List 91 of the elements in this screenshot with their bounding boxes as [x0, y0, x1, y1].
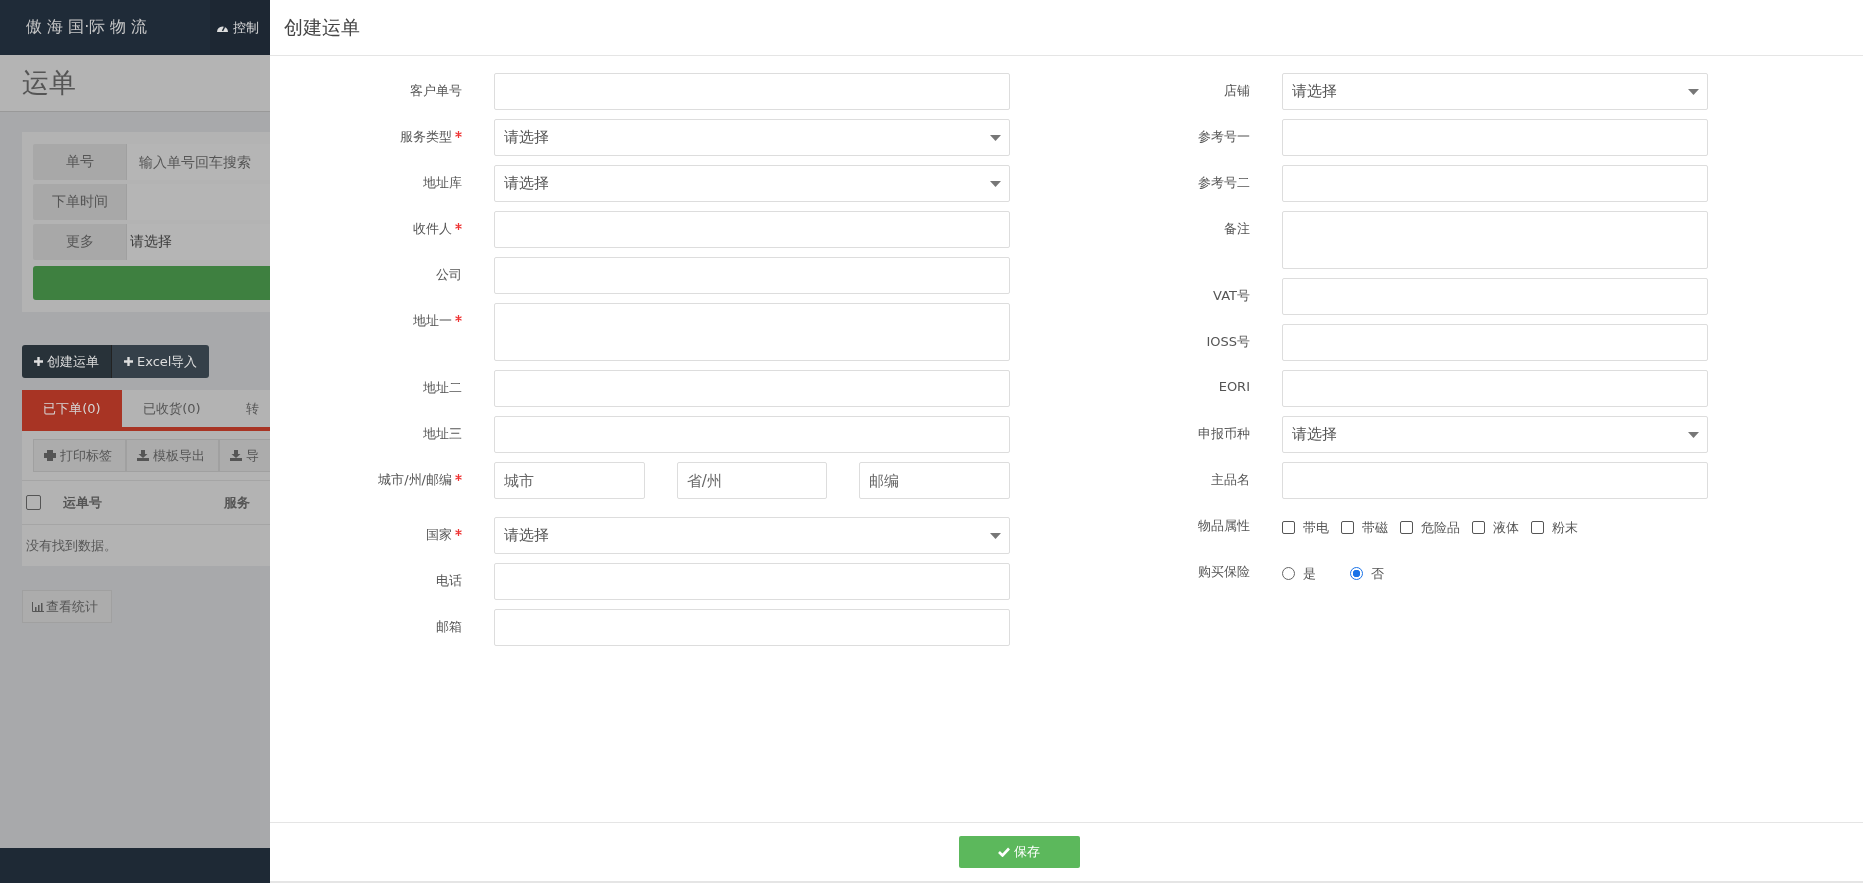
textarea-field[interactable] — [494, 303, 1010, 361]
select-dropdown[interactable]: 请选择 — [494, 165, 1010, 202]
radio-label: 是 — [1303, 564, 1316, 583]
stats-button[interactable]: 查看统计 — [22, 590, 112, 623]
field-label: 公司 — [436, 266, 462, 284]
field-label: 服务类型 — [400, 128, 452, 146]
tab[interactable]: 已收货(0) — [122, 390, 222, 427]
select-dropdown[interactable]: 请选择 — [1282, 416, 1708, 453]
nav-item[interactable]: 控制 — [210, 0, 270, 55]
column-header: 服务 — [224, 493, 250, 512]
text-input-field[interactable] — [1282, 165, 1708, 202]
caret-icon — [990, 134, 1001, 141]
checkbox-label: 粉末 — [1552, 518, 1578, 537]
field-label: IOSS号 — [1206, 333, 1250, 351]
field-label: 电话 — [436, 572, 462, 590]
text-input-field[interactable] — [494, 370, 1010, 407]
filter-label: 单号 — [33, 144, 126, 180]
text-input-field[interactable] — [494, 257, 1010, 294]
checkbox[interactable] — [1282, 521, 1295, 534]
action-button[interactable]: 创建运单 — [22, 345, 112, 378]
text-input-field[interactable] — [1282, 462, 1708, 499]
text-input-field[interactable] — [494, 563, 1010, 600]
filter-label: 下单时间 — [33, 184, 126, 220]
field-label: 城市/州/邮编 — [378, 471, 452, 489]
text-input-field[interactable] — [494, 211, 1010, 248]
caret-icon — [1688, 88, 1699, 95]
toolbar-button[interactable]: 模板导出 — [126, 439, 219, 472]
field-label: 地址库 — [423, 174, 462, 192]
caret-icon — [1688, 431, 1699, 438]
plus-icon — [34, 357, 43, 366]
empty-message: 没有找到数据。 — [25, 536, 118, 555]
text-input-field[interactable] — [1282, 119, 1708, 156]
caret-icon — [990, 180, 1001, 187]
download-icon — [137, 450, 149, 461]
field-label: 地址一 — [413, 312, 452, 330]
bar-chart-icon — [32, 601, 44, 612]
action-button[interactable]: Excel导入 — [112, 345, 210, 378]
textarea-field[interactable] — [1282, 211, 1708, 269]
download-icon — [230, 450, 242, 461]
select-dropdown[interactable]: 请选择 — [494, 517, 1010, 554]
filter-label: 更多 — [33, 224, 126, 260]
text-input-field[interactable] — [1282, 370, 1708, 407]
field-label: 购买保险 — [1198, 563, 1250, 581]
text-input-field[interactable] — [494, 73, 1010, 110]
checkbox[interactable] — [1531, 521, 1544, 534]
field-label: 参考号一 — [1198, 128, 1250, 146]
plus-icon — [124, 357, 133, 366]
checkmark-icon — [998, 847, 1010, 857]
column-header: 运单号 — [63, 493, 103, 512]
checkbox-label: 液体 — [1493, 518, 1519, 537]
modal-title: 创建运单 — [284, 14, 360, 40]
search-button[interactable] — [33, 266, 270, 300]
checkbox[interactable] — [1400, 521, 1413, 534]
field-label: 参考号二 — [1198, 174, 1250, 192]
field-label: 客户单号 — [410, 82, 462, 100]
field-label: 主品名 — [1211, 471, 1250, 489]
checkbox-label: 危险品 — [1421, 518, 1460, 537]
brand-name: 傲 海 国·际 物 流 — [25, 17, 149, 38]
field-label: 申报币种 — [1198, 425, 1250, 443]
text-input-field[interactable] — [1282, 278, 1708, 315]
select-dropdown[interactable]: 请选择 — [1282, 73, 1708, 110]
text-input-field[interactable]: 城市 — [494, 462, 645, 499]
tab[interactable]: 转 — [222, 390, 270, 427]
field-label: VAT号 — [1213, 287, 1250, 305]
field-label: 店铺 — [1224, 82, 1250, 100]
field-label: 备注 — [1224, 220, 1250, 238]
checkbox-label: 带磁 — [1362, 518, 1388, 537]
field-label: 物品属性 — [1198, 517, 1250, 535]
caret-icon — [990, 532, 1001, 539]
checkbox[interactable] — [1472, 521, 1485, 534]
text-input-field[interactable] — [494, 609, 1010, 646]
checkbox[interactable] — [1341, 521, 1354, 534]
tab[interactable]: 已下单(0) — [22, 390, 122, 427]
field-label: 国家 — [426, 526, 452, 544]
checkbox[interactable] — [26, 495, 41, 510]
text-input-field[interactable]: 邮编 — [859, 462, 1010, 499]
toolbar-button[interactable]: 导 — [219, 439, 270, 472]
select-dropdown[interactable]: 请选择 — [494, 119, 1010, 156]
radio-label: 否 — [1371, 564, 1384, 583]
text-input-field[interactable]: 省/州 — [676, 462, 828, 499]
radio-button[interactable] — [1350, 567, 1363, 580]
toolbar-button[interactable]: 打印标签 — [33, 439, 126, 472]
field-label: 地址二 — [423, 379, 462, 397]
text-input-field[interactable] — [494, 416, 1010, 453]
field-label: EORI — [1218, 379, 1250, 394]
text-input-field[interactable] — [1282, 324, 1708, 361]
checkbox-label: 带电 — [1303, 518, 1329, 537]
page-title: 运单 — [22, 66, 76, 100]
field-label: 收件人 — [413, 220, 452, 238]
field-label: 地址三 — [423, 425, 462, 443]
field-label: 邮箱 — [436, 618, 462, 636]
